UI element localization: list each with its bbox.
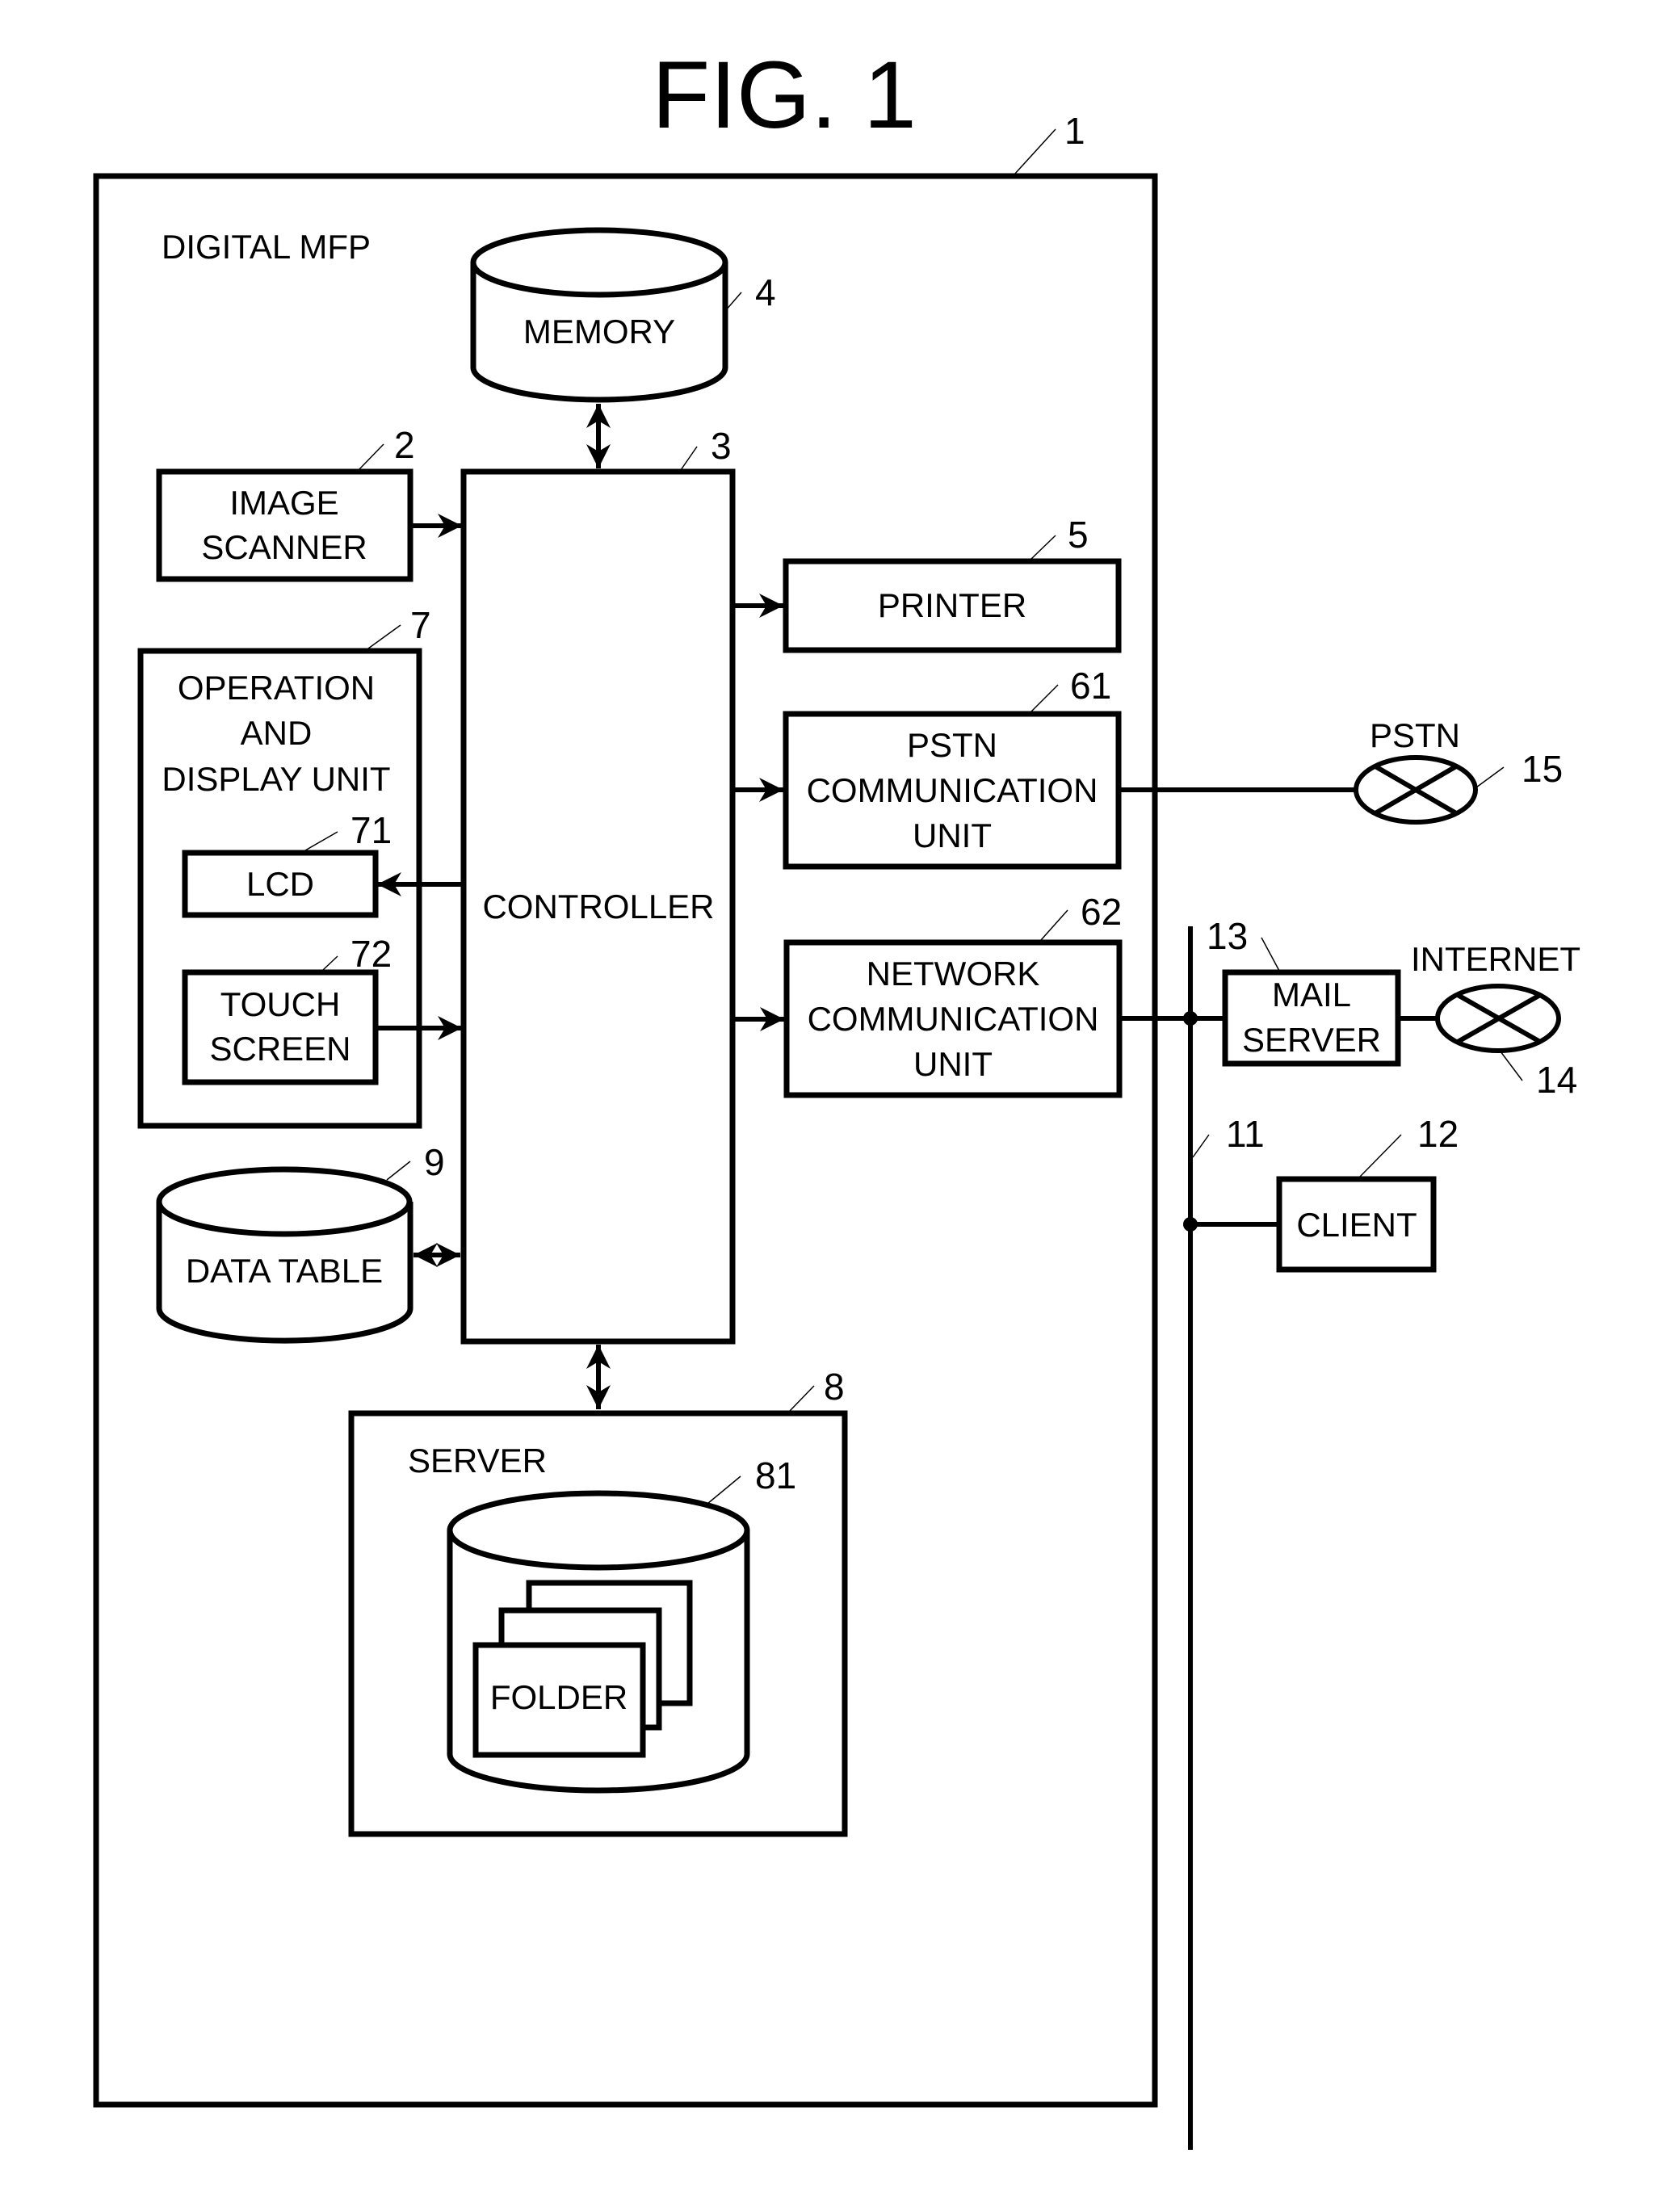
ref-leader-61	[1030, 684, 1059, 712]
touch-screen-label-line2: SCREEN	[209, 1030, 350, 1068]
ref-15: 15	[1522, 748, 1563, 790]
ref-1: 1	[1064, 110, 1085, 152]
network-communication-unit-box: NETWORK COMMUNICATION UNIT 62	[783, 891, 1123, 1098]
ref-12: 12	[1417, 1113, 1459, 1155]
image-scanner-label-line2: SCANNER	[201, 528, 367, 566]
internet-network-symbol: INTERNET 14	[1411, 940, 1580, 1101]
operation-unit-label-line1: OPERATION	[178, 669, 375, 707]
printer-box: PRINTER 5	[783, 514, 1122, 653]
ref-leader-12	[1358, 1134, 1402, 1178]
network-unit-label-line1: NETWORK	[867, 955, 1040, 993]
pstn-unit-label-line2: COMMUNICATION	[807, 771, 1098, 809]
block-diagram: FIG. 1 DIGITAL MFP 1 MEMORY 4 CONTROLLER…	[93, 42, 1580, 2150]
operation-unit-label-line2: AND	[241, 714, 313, 752]
image-scanner-box: IMAGE SCANNER 2	[156, 424, 415, 582]
ref-7: 7	[410, 604, 431, 646]
lan-junction-client	[1183, 1217, 1198, 1232]
mail-server-label-line1: MAIL	[1272, 976, 1351, 1014]
ref-leader-62	[1040, 909, 1068, 941]
ref-leader-9	[386, 1161, 411, 1181]
server-label: SERVER	[408, 1442, 547, 1480]
ref-11: 11	[1226, 1113, 1265, 1155]
ref-leader-11	[1192, 1134, 1210, 1158]
client-label: CLIENT	[1296, 1206, 1417, 1244]
ref-leader-5	[1030, 535, 1056, 560]
ref-leader-7	[367, 624, 401, 649]
client-box: CLIENT 12	[1276, 1113, 1459, 1273]
ref-62: 62	[1081, 891, 1122, 933]
ref-61: 61	[1070, 665, 1111, 707]
touch-screen-label-line1: TOUCH	[220, 985, 341, 1023]
ref-leader-14	[1500, 1051, 1523, 1081]
memory-cylinder: MEMORY 4	[470, 227, 776, 403]
ref-9: 9	[424, 1141, 445, 1183]
ref-leader-13	[1261, 937, 1280, 972]
ref-leader-2	[358, 443, 384, 471]
network-unit-label-line2: COMMUNICATION	[808, 1000, 1099, 1038]
mail-server-label-line2: SERVER	[1242, 1021, 1381, 1059]
pstn-label: PSTN	[1370, 716, 1460, 754]
ref-2: 2	[394, 424, 415, 466]
ref-14: 14	[1536, 1059, 1577, 1101]
pstn-unit-label-line1: PSTN	[907, 726, 997, 764]
ref-13: 13	[1207, 915, 1248, 957]
ref-leader-8	[789, 1385, 815, 1412]
ref-leader-3	[680, 446, 698, 471]
ref-71: 71	[350, 809, 392, 851]
folder-front: FOLDER	[472, 1642, 646, 1758]
lcd-label: LCD	[246, 865, 314, 903]
pstn-network-symbol: PSTN 15	[1354, 716, 1563, 825]
pstn-communication-unit-box: PSTN COMMUNICATION UNIT 61	[783, 665, 1122, 870]
ref-3: 3	[711, 425, 732, 467]
data-table-cylinder: DATA TABLE 9	[156, 1141, 445, 1344]
operation-unit-label-line3: DISPLAY UNIT	[162, 760, 390, 798]
lan-bus: 11	[1188, 926, 1265, 2150]
server-box: SERVER 8 81 FOLDER	[348, 1366, 848, 1837]
ref-72: 72	[350, 933, 392, 975]
ref-8: 8	[824, 1366, 845, 1408]
memory-label: MEMORY	[523, 313, 675, 350]
ref-4: 4	[755, 271, 776, 313]
internet-label: INTERNET	[1411, 940, 1580, 978]
printer-label: PRINTER	[878, 586, 1026, 624]
pstn-unit-label-line3: UNIT	[913, 816, 992, 854]
lan-junction-mail	[1183, 1011, 1198, 1026]
digital-mfp-label: DIGITAL MFP	[162, 228, 371, 266]
mail-server-box: MAIL SERVER 13	[1207, 915, 1401, 1067]
controller-label: CONTROLLER	[482, 888, 714, 926]
data-table-label: DATA TABLE	[186, 1252, 383, 1290]
ref-leader-1	[1014, 128, 1056, 175]
figure-title: FIG. 1	[652, 42, 917, 149]
folder-label: FOLDER	[490, 1678, 628, 1716]
network-unit-label-line3: UNIT	[913, 1045, 993, 1083]
ref-5: 5	[1068, 514, 1089, 556]
controller-box: CONTROLLER 3	[460, 425, 736, 1345]
ref-leader-15	[1475, 766, 1505, 788]
ref-81: 81	[755, 1454, 796, 1496]
image-scanner-label-line1: IMAGE	[229, 484, 338, 522]
